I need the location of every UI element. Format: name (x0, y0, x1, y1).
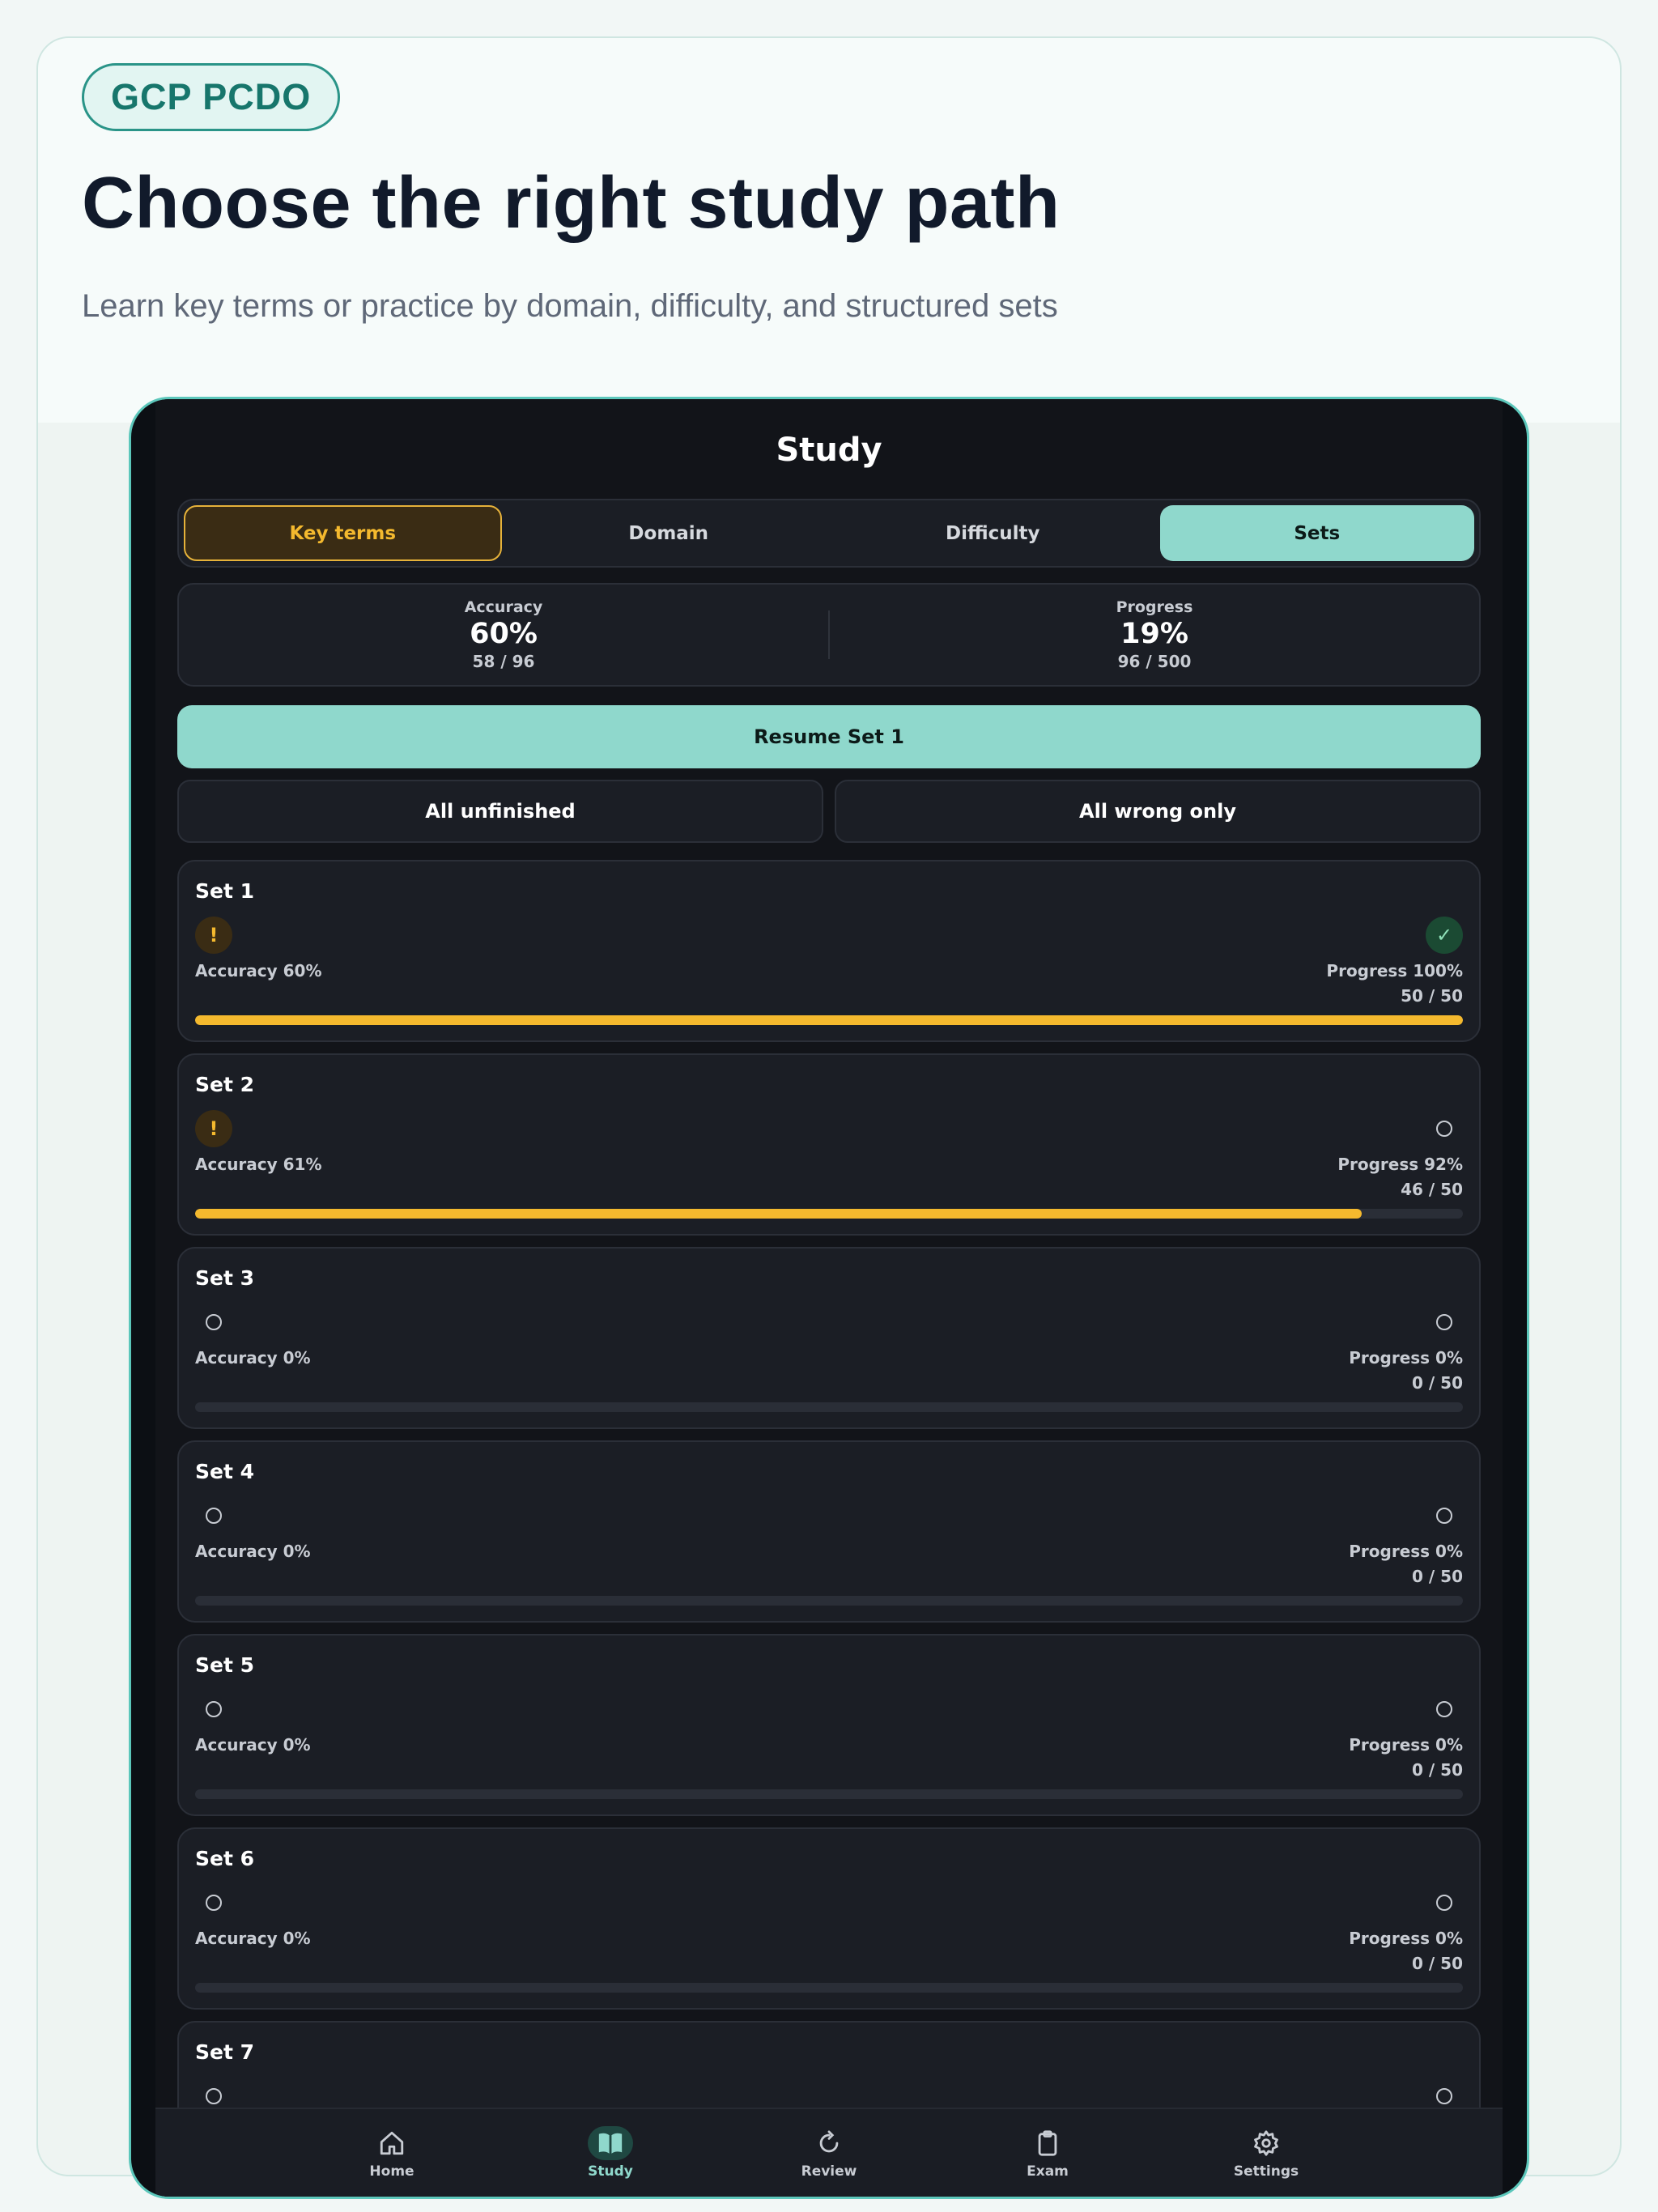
set-name: Set 4 (195, 1460, 255, 1483)
set-list: Set 1! ✓ Accuracy 60% Progress 100% 50 / 50 S… (177, 860, 1481, 2197)
set-name: Set 2 (195, 1073, 255, 1096)
set-progress: Progress 0% (1349, 1348, 1463, 1368)
circle-icon (1426, 1110, 1463, 1147)
set-card[interactable]: Set 1! ✓ Accuracy 60% Progress 100% 50 / 50 (177, 860, 1481, 1042)
nav-home-label: Home (369, 2163, 414, 2180)
set-accuracy: Accuracy 0% (195, 1929, 311, 1948)
accuracy-stat-count: 58 / 96 (472, 652, 535, 671)
set-progress-count: 46 / 50 (1401, 1180, 1463, 1199)
set-progress-bar (195, 1983, 1463, 1993)
set-progress-bar-fill (195, 1209, 1362, 1219)
accuracy-stat-value: 60% (470, 618, 538, 650)
warning-icon: ! (195, 1110, 232, 1147)
set-card[interactable]: Set 2! Accuracy 61% Progress 92% 46 / 50 (177, 1053, 1481, 1236)
circle-icon (195, 1884, 232, 1921)
clipboard-icon (1025, 2126, 1070, 2160)
tablet-frame: Study Key terms Domain Difficulty Sets A… (129, 397, 1529, 2199)
nav-exam[interactable]: Exam (938, 2109, 1157, 2197)
set-card[interactable]: Set 3 Accuracy 0% Progress 0% 0 / 50 (177, 1247, 1481, 1429)
nav-study[interactable]: Study (501, 2109, 720, 2197)
all-wrong-only-button[interactable]: All wrong only (835, 780, 1481, 843)
set-name: Set 6 (195, 1847, 255, 1870)
set-progress-count: 0 / 50 (1412, 1760, 1463, 1780)
nav-settings[interactable]: Settings (1157, 2109, 1375, 2197)
refresh-icon (806, 2126, 852, 2160)
set-progress: Progress 92% (1337, 1155, 1463, 1174)
filter-buttons: All unfinished All wrong only (177, 780, 1481, 843)
set-card[interactable]: Set 5 Accuracy 0% Progress 0% 0 / 50 (177, 1634, 1481, 1816)
tab-domain[interactable]: Domain (512, 505, 827, 561)
nav-review[interactable]: Review (720, 2109, 938, 2197)
set-accuracy: Accuracy 0% (195, 1735, 311, 1755)
set-accuracy: Accuracy 0% (195, 1542, 311, 1561)
tab-sets[interactable]: Sets (1159, 505, 1474, 561)
nav-review-label: Review (801, 2163, 857, 2180)
set-accuracy: Accuracy 0% (195, 1348, 311, 1368)
progress-stat: Progress 19% 96 / 500 (830, 585, 1479, 685)
set-name: Set 5 (195, 1653, 255, 1677)
progress-stat-value: 19% (1120, 618, 1188, 650)
stats-panel: Accuracy 60% 58 / 96 Progress 19% 96 / 5… (177, 583, 1481, 687)
page-subheadline: Learn key terms or practice by domain, d… (82, 288, 1058, 324)
nav-home[interactable]: Home (283, 2109, 501, 2197)
set-progress: Progress 100% (1326, 961, 1463, 981)
circle-icon (1426, 1691, 1463, 1728)
exam-badge: GCP PCDO (82, 63, 341, 131)
set-progress-count: 50 / 50 (1401, 986, 1463, 1006)
tab-key-terms[interactable]: Key terms (184, 505, 502, 561)
all-unfinished-button[interactable]: All unfinished (177, 780, 823, 843)
nav-study-label: Study (588, 2163, 633, 2180)
book-icon (588, 2126, 633, 2160)
set-progress-bar (195, 1596, 1463, 1606)
resume-set-button[interactable]: Resume Set 1 (177, 705, 1481, 768)
check-icon: ✓ (1426, 917, 1463, 954)
nav-settings-label: Settings (1233, 2163, 1299, 2180)
circle-icon (1426, 1497, 1463, 1534)
circle-icon (195, 1691, 232, 1728)
set-card[interactable]: Set 4 Accuracy 0% Progress 0% 0 / 50 (177, 1440, 1481, 1623)
progress-stat-label: Progress (1116, 598, 1193, 616)
screen-title: Study (776, 432, 882, 469)
tab-difficulty[interactable]: Difficulty (835, 505, 1150, 561)
set-progress-bar (195, 1402, 1463, 1412)
set-progress-bar-fill (195, 1015, 1463, 1025)
home-icon (369, 2126, 414, 2160)
set-name: Set 7 (195, 2040, 255, 2064)
circle-icon (1426, 1304, 1463, 1341)
set-name: Set 3 (195, 1266, 255, 1290)
set-progress-count: 0 / 50 (1412, 1373, 1463, 1393)
accuracy-stat: Accuracy 60% 58 / 96 (179, 585, 828, 685)
set-progress-bar (195, 1209, 1463, 1219)
set-progress-count: 0 / 50 (1412, 1567, 1463, 1586)
set-progress-bar (195, 1015, 1463, 1025)
progress-stat-count: 96 / 500 (1117, 652, 1192, 671)
circle-icon (195, 1497, 232, 1534)
page-headline: Choose the right study path (82, 163, 1061, 244)
gear-icon (1244, 2126, 1289, 2160)
circle-icon (195, 1304, 232, 1341)
set-accuracy: Accuracy 61% (195, 1155, 322, 1174)
app-screen: Study Key terms Domain Difficulty Sets A… (155, 399, 1503, 2197)
warning-icon: ! (195, 917, 232, 954)
set-progress: Progress 0% (1349, 1735, 1463, 1755)
bottom-nav: Home Study Review Exam Settings (155, 2108, 1503, 2197)
set-card[interactable]: Set 6 Accuracy 0% Progress 0% 0 / 50 (177, 1827, 1481, 2010)
circle-icon (1426, 1884, 1463, 1921)
set-progress: Progress 0% (1349, 1929, 1463, 1948)
study-mode-tabs: Key terms Domain Difficulty Sets (177, 499, 1481, 568)
set-progress-bar (195, 1789, 1463, 1799)
set-progress-count: 0 / 50 (1412, 1954, 1463, 1973)
set-progress: Progress 0% (1349, 1542, 1463, 1561)
set-accuracy: Accuracy 60% (195, 961, 322, 981)
set-name: Set 1 (195, 879, 255, 903)
accuracy-stat-label: Accuracy (464, 598, 543, 616)
nav-exam-label: Exam (1027, 2163, 1069, 2180)
